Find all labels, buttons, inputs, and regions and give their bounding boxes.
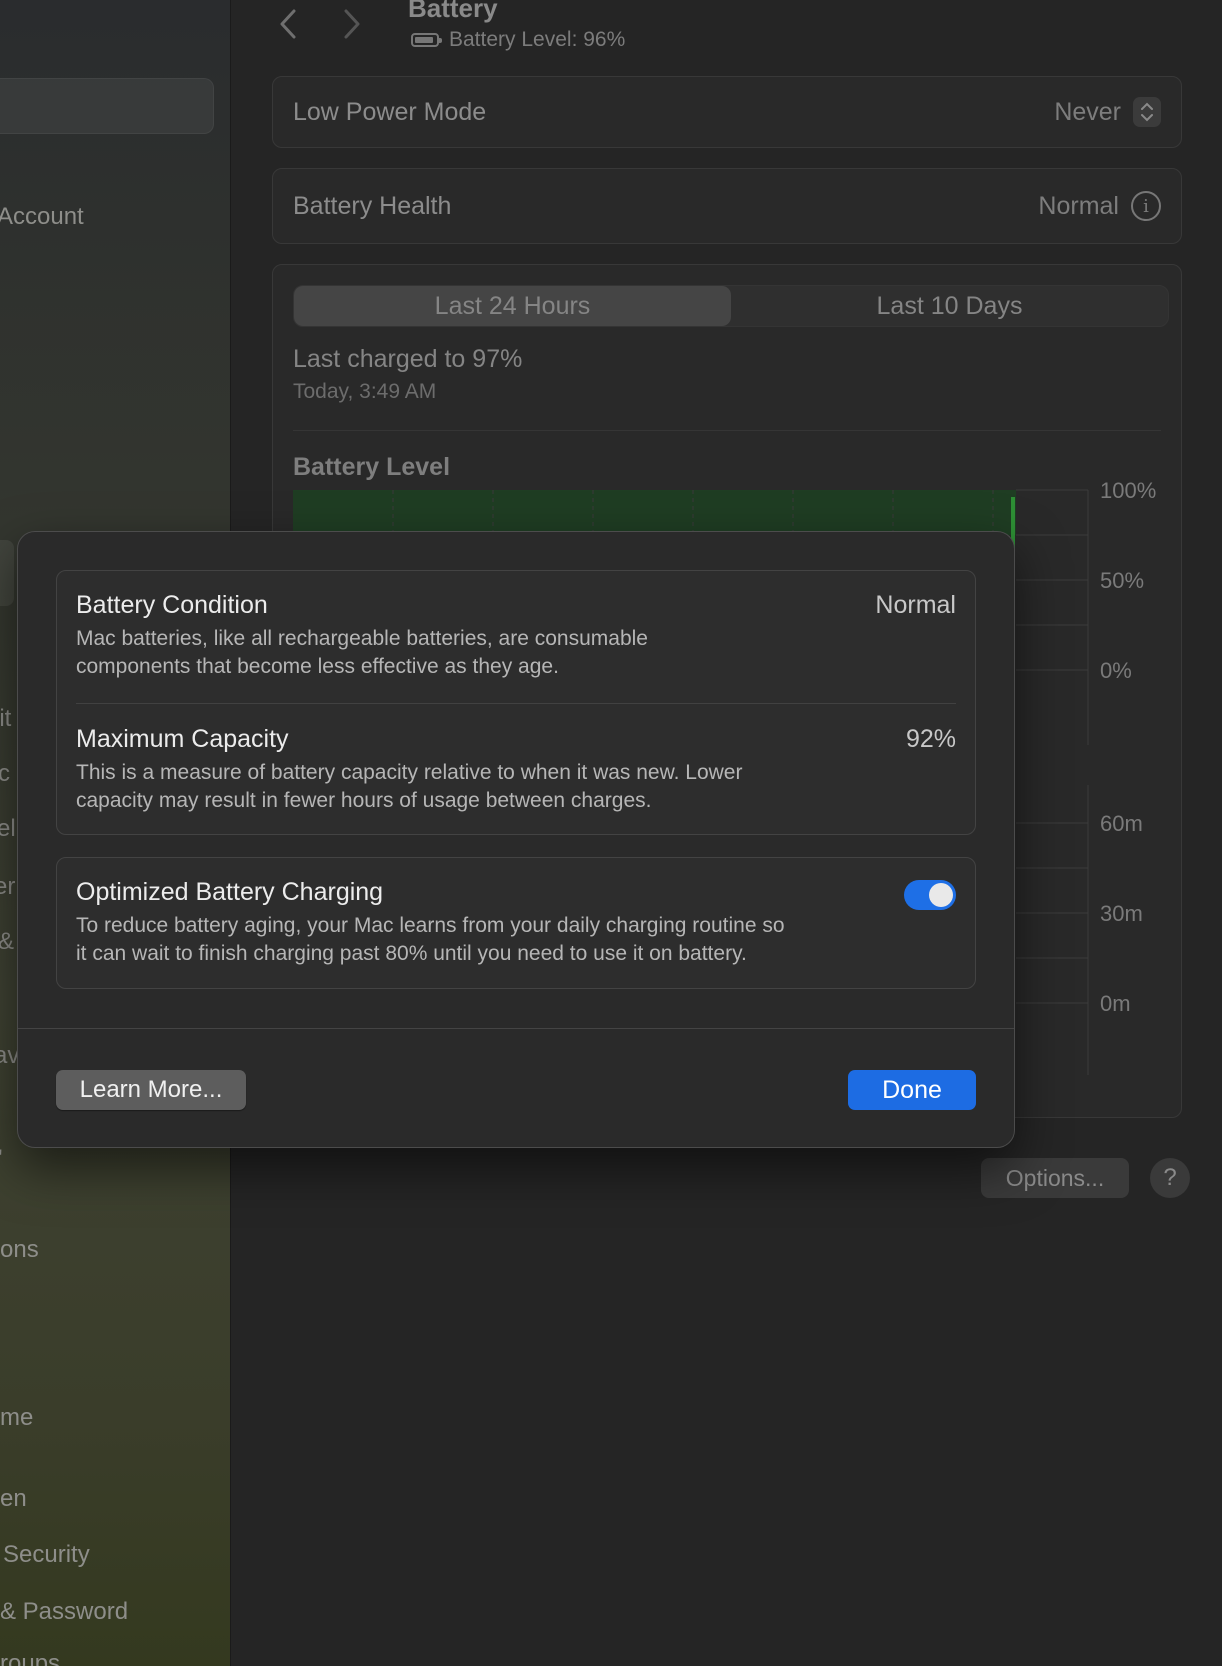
low-power-mode-popup[interactable]: Never bbox=[1054, 97, 1161, 127]
learn-more-button[interactable]: Learn More... bbox=[56, 1070, 246, 1110]
divider bbox=[76, 703, 956, 704]
battery-level-subtitle: Battery Level: 96% bbox=[411, 28, 625, 52]
battery-condition-row: Battery Condition Normal Mac batteries, … bbox=[76, 591, 956, 681]
sidebar-item-privacy-security[interactable]: Security bbox=[3, 1541, 90, 1569]
y-tick-label: 30m bbox=[1100, 901, 1143, 926]
description-line: it can wait to finish charging past 80% … bbox=[76, 942, 747, 965]
battery-level-axis-lines bbox=[1016, 489, 1089, 745]
sidebar-item[interactable]: er bbox=[0, 873, 15, 901]
sidebar-item[interactable]: ' bbox=[0, 1145, 3, 1173]
sidebar-item[interactable]: lit bbox=[0, 705, 11, 733]
maximum-capacity-description: This is a measure of battery capacity re… bbox=[76, 759, 956, 815]
battery-condition-title: Battery Condition bbox=[76, 591, 268, 619]
sidebar-item[interactable]: & bbox=[0, 928, 14, 956]
optimized-charging-description: To reduce battery aging, your Mac learns… bbox=[76, 912, 885, 968]
page-title: Battery bbox=[408, 0, 498, 23]
sidebar-selection-highlight bbox=[0, 540, 14, 606]
sidebar-item[interactable]: roups bbox=[0, 1650, 60, 1666]
maximum-capacity-row: Maximum Capacity 92% This is a measure o… bbox=[76, 725, 956, 815]
battery-health-row: Battery Health Normal i bbox=[272, 168, 1182, 244]
description-line: capacity may result in fewer hours of us… bbox=[76, 789, 652, 812]
optimized-charging-card: Optimized Battery Charging To reduce bat… bbox=[56, 857, 976, 989]
battery-condition-value: Normal bbox=[875, 591, 956, 619]
optimized-charging-row: Optimized Battery Charging To reduce bat… bbox=[76, 878, 885, 968]
battery-health-label: Battery Health bbox=[293, 191, 452, 220]
battery-level-area bbox=[293, 490, 1016, 535]
y-tick-label: 50% bbox=[1100, 568, 1144, 593]
description-line: components that become less effective as… bbox=[76, 655, 559, 678]
description-line: This is a measure of battery capacity re… bbox=[76, 761, 743, 784]
battery-icon bbox=[411, 33, 442, 47]
done-button[interactable]: Done bbox=[848, 1070, 976, 1110]
maximum-capacity-value: 92% bbox=[905, 725, 956, 753]
optimized-charging-toggle[interactable] bbox=[904, 880, 956, 910]
maximum-capacity-title: Maximum Capacity bbox=[76, 725, 289, 753]
options-button[interactable]: Options... bbox=[981, 1158, 1129, 1198]
y-tick-label: 100% bbox=[1100, 478, 1156, 503]
help-button[interactable]: ? bbox=[1150, 1158, 1190, 1198]
battery-health-value: Normal bbox=[1038, 191, 1119, 220]
divider bbox=[18, 1028, 1014, 1029]
sidebar-item[interactable]: ons bbox=[0, 1236, 39, 1264]
optimized-charging-title: Optimized Battery Charging bbox=[76, 878, 384, 906]
sidebar-item[interactable]: en bbox=[0, 1485, 27, 1513]
y-tick-label: 60m bbox=[1100, 811, 1143, 836]
chevron-right-icon bbox=[344, 9, 360, 39]
sidebar-search-field[interactable] bbox=[0, 78, 214, 134]
sidebar-item[interactable]: me bbox=[0, 1404, 33, 1432]
usage-axis-lines bbox=[1016, 785, 1089, 1075]
low-power-mode-value: Never bbox=[1054, 97, 1121, 126]
up-down-chevron-icon bbox=[1133, 97, 1161, 127]
forward-button[interactable] bbox=[335, 4, 369, 44]
battery-health-sheet: Battery Condition Normal Mac batteries, … bbox=[17, 531, 1015, 1148]
description-line: Mac batteries, like all rechargeable bat… bbox=[76, 627, 648, 650]
chevron-left-icon bbox=[280, 9, 296, 39]
sidebar-item-account[interactable]: Account bbox=[0, 203, 84, 231]
sidebar-item-password[interactable]: & Password bbox=[0, 1598, 128, 1626]
info-icon[interactable]: i bbox=[1131, 191, 1161, 221]
back-button[interactable] bbox=[271, 4, 305, 44]
y-tick-label: 0% bbox=[1100, 658, 1132, 683]
low-power-mode-label: Low Power Mode bbox=[293, 97, 487, 126]
y-tick-label: 0m bbox=[1100, 991, 1131, 1016]
low-power-mode-row: Low Power Mode Never bbox=[272, 76, 1182, 148]
description-line: To reduce battery aging, your Mac learns… bbox=[76, 914, 785, 937]
sidebar-item[interactable]: c bbox=[0, 760, 10, 788]
battery-condition-description: Mac batteries, like all rechargeable bat… bbox=[76, 625, 956, 681]
battery-level-text: Battery Level: 96% bbox=[449, 28, 626, 51]
battery-health-details-card: Battery Condition Normal Mac batteries, … bbox=[56, 570, 976, 835]
toggle-knob bbox=[929, 883, 953, 907]
